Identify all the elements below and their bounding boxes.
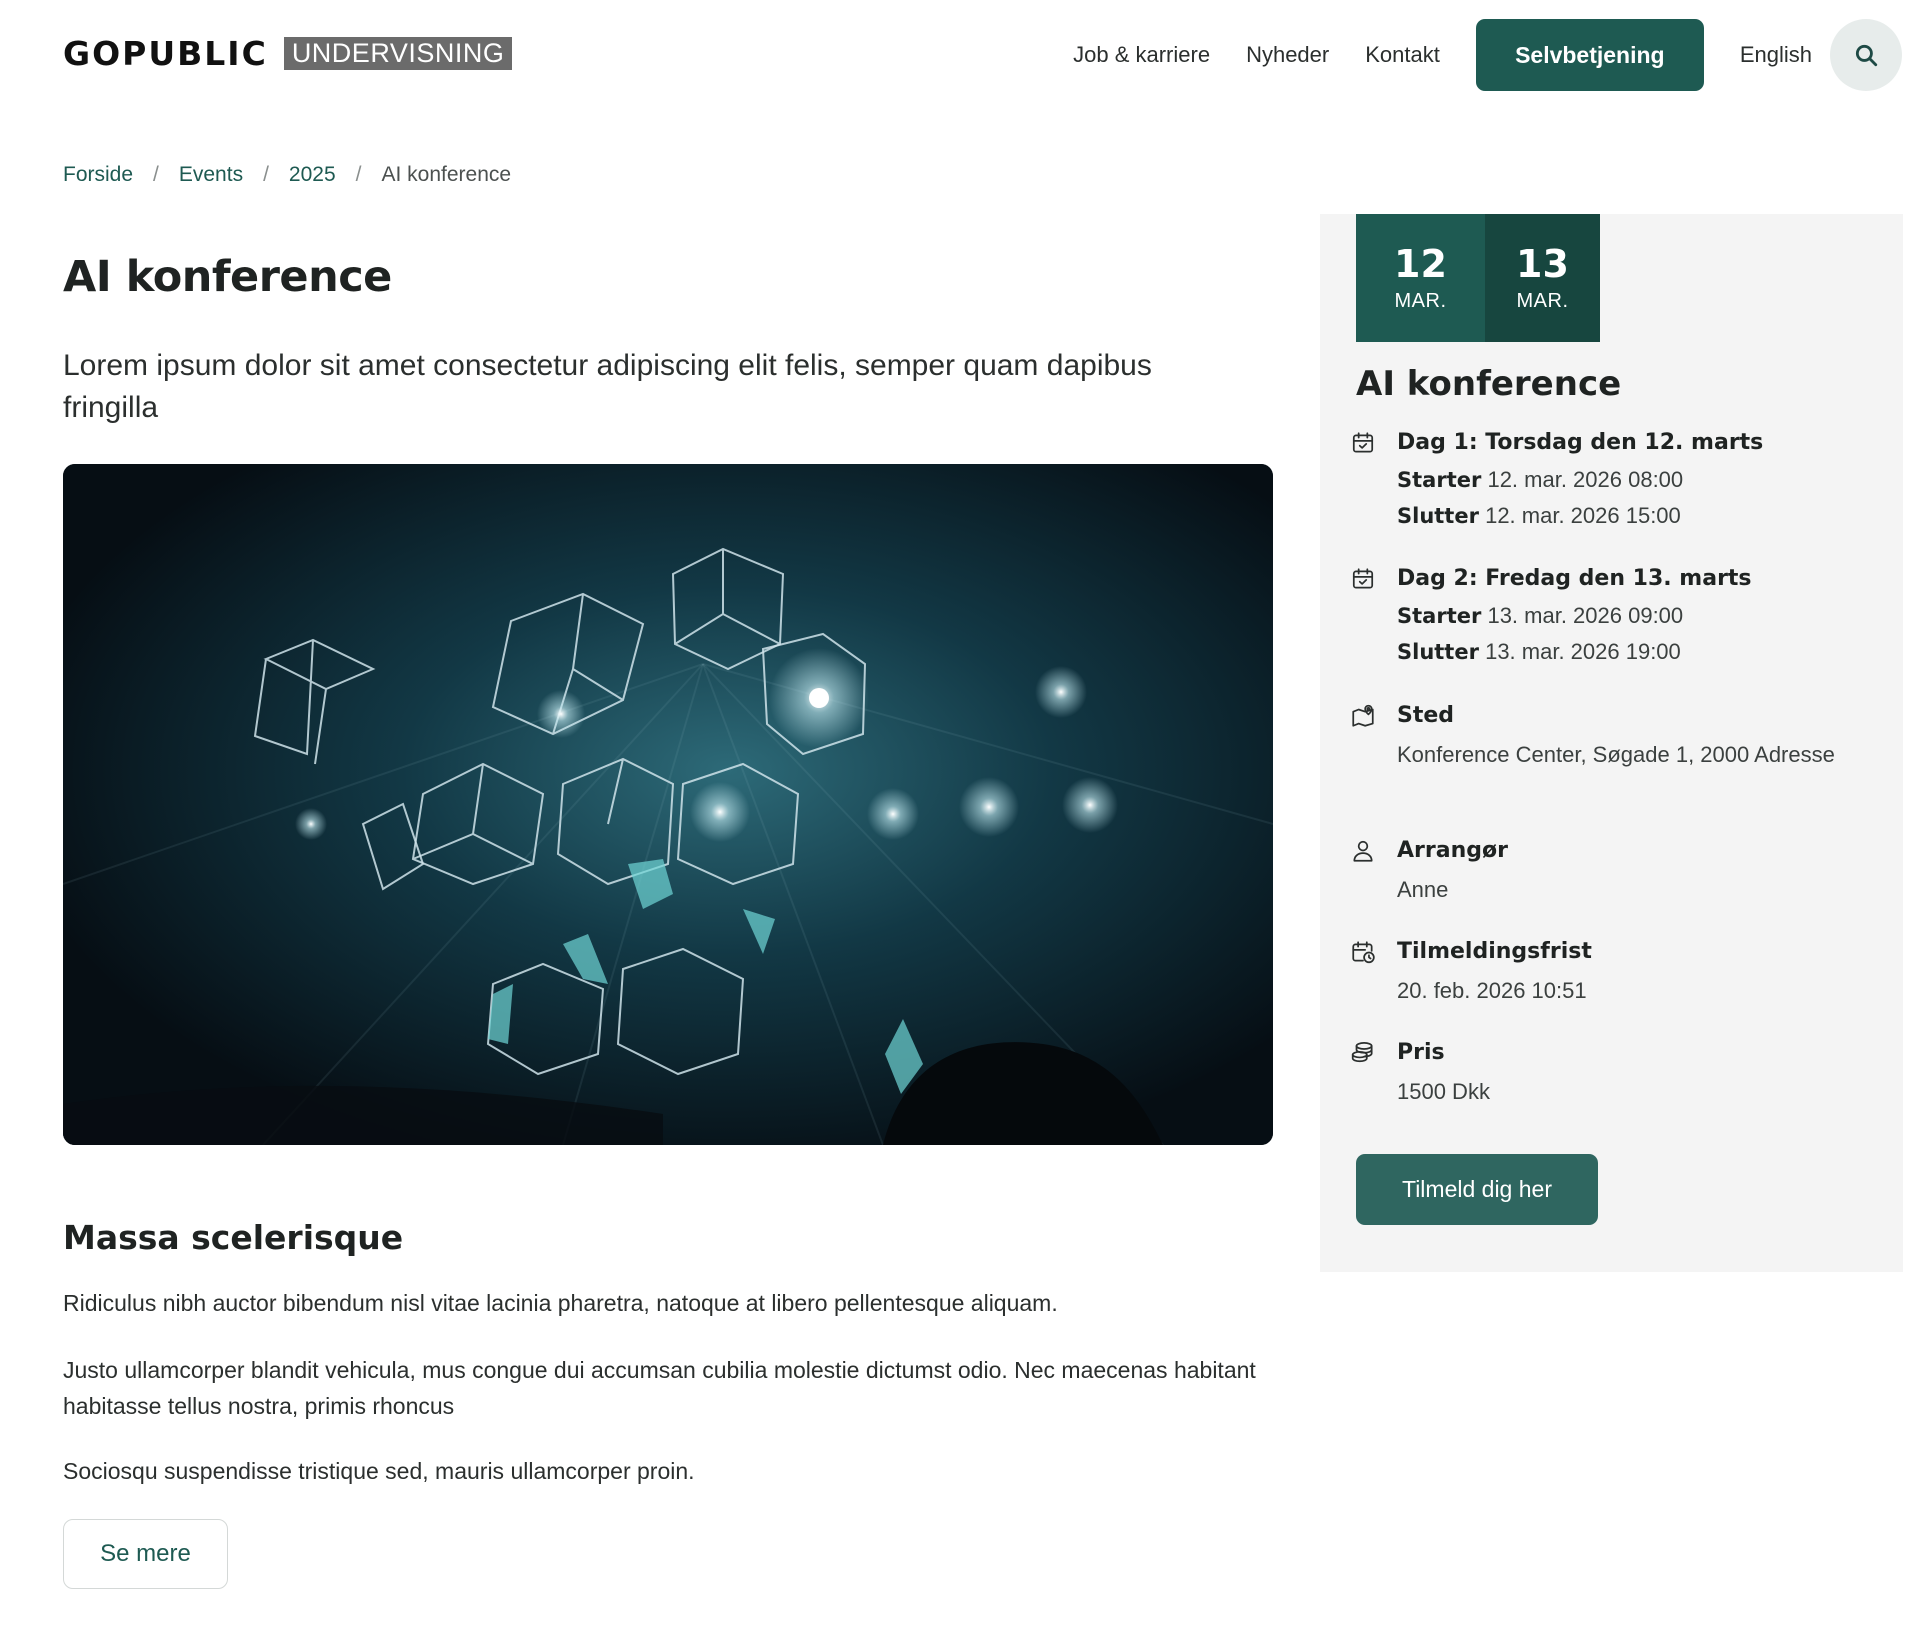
day-label: Dag 2: Fredag den 13. marts: [1397, 566, 1752, 591]
main-nav: Job & karriere Nyheder Kontakt Selvbetje…: [1073, 19, 1902, 91]
calendar-check-icon: [1352, 568, 1374, 589]
event-dates: 12 MAR. 13 MAR.: [1356, 214, 1600, 342]
paragraph: Justo ullamcorper blandit vehicula, mus …: [63, 1357, 1256, 1419]
location-label: Sted: [1397, 703, 1455, 728]
deadline-label: Tilmeldingsfrist: [1397, 939, 1592, 964]
event-info-panel: 12 MAR. 13 MAR. AI konference Dag 1: Tor…: [1320, 214, 1903, 1272]
paragraph: Ridiculus nibh auctor bibendum nisl vita…: [63, 1290, 1058, 1316]
breadcrumb-separator: /: [355, 163, 362, 186]
end-time: Slutter 13. mar. 2026 19:00: [1397, 639, 1681, 664]
breadcrumb-home[interactable]: Forside: [63, 163, 133, 187]
deadline-value: 20. feb. 2026 10:51: [1397, 978, 1587, 1003]
nav-link-news[interactable]: Nyheder: [1246, 42, 1329, 68]
page-title: AI konference: [63, 252, 392, 302]
search-button[interactable]: [1830, 19, 1902, 91]
calendar-check-icon: [1352, 432, 1374, 453]
hero-image: [63, 464, 1273, 1145]
date-month: MAR.: [1516, 289, 1569, 312]
coins-icon: [1351, 1042, 1373, 1063]
breadcrumb-current: AI konference: [381, 163, 512, 186]
section-heading: Massa scelerisque: [63, 1218, 404, 1257]
date-badge: 13 MAR.: [1485, 214, 1600, 342]
breadcrumb-separator: /: [153, 163, 159, 186]
location-value: Konference Center, Søgade 1, 2000 Adress…: [1397, 742, 1835, 767]
event-title: AI konference: [1356, 364, 1622, 404]
paragraph: Sociosqu suspendisse tristique sed, maur…: [63, 1458, 695, 1484]
date-day: 13: [1516, 241, 1569, 286]
search-icon: [1855, 44, 1878, 67]
lead-text: Lorem ipsum dolor sit amet consectetur a…: [63, 349, 1152, 424]
self-service-button[interactable]: Selvbetjening: [1475, 19, 1704, 91]
date-day: 12: [1394, 241, 1447, 286]
start-time: Starter 12. mar. 2026 08:00: [1397, 467, 1684, 492]
breadcrumb-separator: /: [263, 163, 269, 186]
date-month: MAR.: [1394, 289, 1447, 312]
price-value: 1500 Dkk: [1397, 1079, 1490, 1104]
site-header: GOPUBLIC UNDERVISNING Job & karriere Nyh…: [0, 0, 1920, 110]
end-time: Slutter 12. mar. 2026 15:00: [1397, 503, 1681, 528]
logo[interactable]: GOPUBLIC UNDERVISNING: [63, 34, 513, 73]
language-switch[interactable]: English: [1740, 42, 1812, 68]
person-icon: [1353, 840, 1373, 862]
nav-link-contact[interactable]: Kontakt: [1365, 42, 1440, 68]
date-badge: 12 MAR.: [1356, 214, 1485, 342]
breadcrumb: Forside / Events / 2025 / AI konference: [63, 163, 511, 187]
day-label: Dag 1: Torsdag den 12. marts: [1397, 430, 1764, 455]
breadcrumb-year[interactable]: 2025: [289, 163, 336, 187]
organizer-label: Arrangør: [1397, 838, 1508, 863]
signup-button[interactable]: Tilmeld dig her: [1356, 1154, 1598, 1225]
price-label: Pris: [1397, 1040, 1445, 1065]
nav-link-job[interactable]: Job & karriere: [1073, 42, 1210, 68]
logo-wordmark: GOPUBLIC: [63, 34, 268, 73]
breadcrumb-events[interactable]: Events: [179, 163, 243, 187]
start-time: Starter 13. mar. 2026 09:00: [1397, 603, 1684, 628]
logo-subtitle: UNDERVISNING: [283, 37, 513, 70]
map-pin-icon: [1352, 704, 1374, 727]
calendar-clock-icon: [1352, 941, 1375, 964]
see-more-button[interactable]: Se mere: [63, 1519, 228, 1589]
organizer-value: Anne: [1397, 877, 1449, 902]
